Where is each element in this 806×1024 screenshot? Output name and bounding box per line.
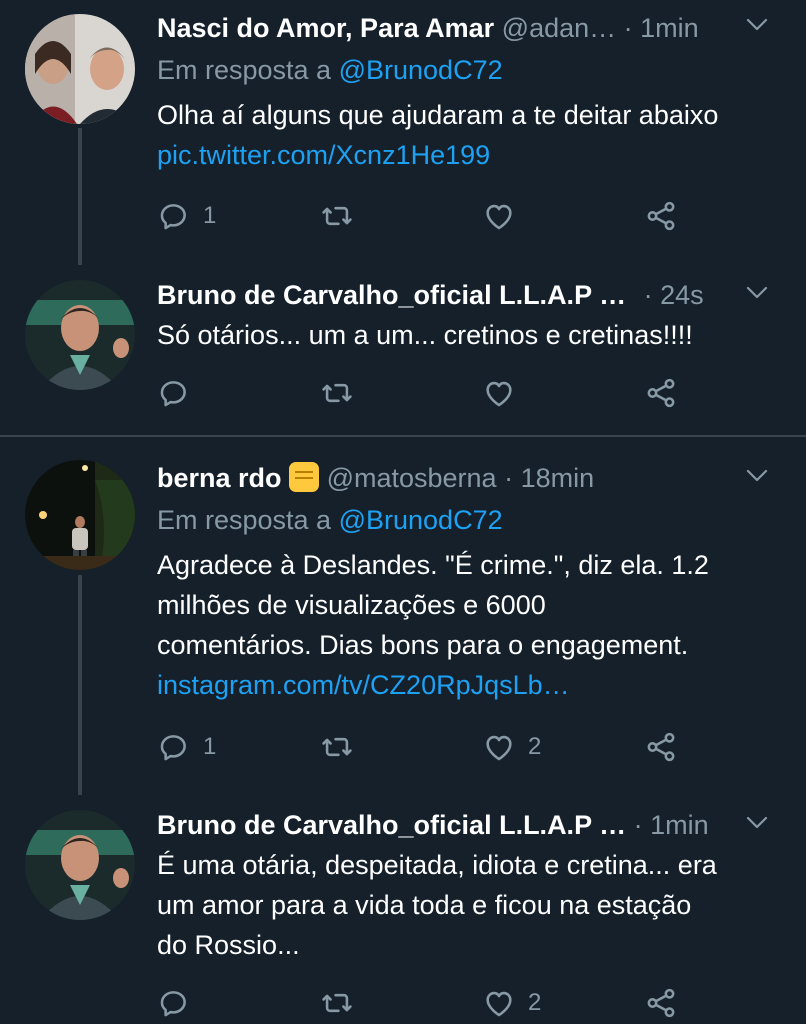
share-icon bbox=[644, 199, 678, 233]
reply-button[interactable]: 1 bbox=[157, 727, 216, 767]
reply-to-link[interactable]: @BrunodC72 bbox=[339, 505, 503, 535]
share-icon bbox=[644, 986, 678, 1020]
share-button[interactable] bbox=[644, 373, 678, 413]
share-button[interactable] bbox=[644, 727, 678, 767]
tweet-text: Só otários... um a um... cretinos e cret… bbox=[157, 315, 786, 355]
heart-icon bbox=[482, 199, 516, 233]
tweet[interactable]: Bruno de Carvalho_oficial L.L.A.P … · 24… bbox=[0, 265, 806, 435]
display-name[interactable]: berna rdo bbox=[157, 463, 282, 493]
chevron-down-icon[interactable] bbox=[746, 286, 768, 300]
tweet-text: Olha aí alguns que ajudaram a te deitar … bbox=[157, 95, 786, 175]
avatar[interactable] bbox=[25, 280, 135, 390]
retweet-button[interactable] bbox=[320, 727, 354, 767]
retweet-button[interactable] bbox=[320, 196, 354, 236]
thread-line bbox=[78, 575, 82, 795]
tweet-text-line: Agradece à Deslandes. "É crime.", diz el… bbox=[157, 550, 709, 580]
handle[interactable]: @matosberna bbox=[327, 463, 497, 493]
tweet-text: Agradece à Deslandes. "É crime.", diz el… bbox=[157, 545, 786, 705]
tweet-header: Nasci do Amor, Para Amar @adan… · 1min bbox=[157, 11, 766, 45]
tweet-header: Bruno de Carvalho_oficial L.L.A.P … · 1m… bbox=[157, 808, 766, 842]
reply-prefix: Em resposta a bbox=[157, 505, 332, 535]
timestamp[interactable]: · 1min bbox=[624, 13, 699, 43]
retweet-icon bbox=[320, 730, 354, 764]
chevron-down-icon[interactable] bbox=[746, 18, 768, 32]
like-button[interactable]: 2 bbox=[482, 727, 541, 767]
action-bar: 2 bbox=[157, 983, 697, 1023]
reply-icon bbox=[157, 376, 191, 410]
retweet-icon bbox=[320, 199, 354, 233]
share-button[interactable] bbox=[644, 196, 678, 236]
tweet-text-line: É uma otária, despeitada, idiota e creti… bbox=[157, 850, 717, 880]
chevron-down-icon[interactable] bbox=[746, 816, 768, 830]
avatar[interactable] bbox=[25, 460, 135, 570]
tweet-text-line: Olha aí alguns que ajudaram a te deitar … bbox=[157, 100, 719, 130]
heart-icon bbox=[482, 376, 516, 410]
reply-context: Em resposta a @BrunodC72 bbox=[157, 53, 503, 87]
timestamp[interactable]: · 1min bbox=[634, 810, 709, 840]
like-count: 2 bbox=[528, 733, 542, 760]
reply-icon bbox=[157, 730, 191, 764]
action-bar bbox=[157, 373, 697, 413]
raised-fist-emoji bbox=[289, 462, 320, 492]
like-count: 2 bbox=[528, 989, 542, 1016]
like-button[interactable] bbox=[482, 196, 516, 236]
reply-icon bbox=[157, 986, 191, 1020]
reply-count: 1 bbox=[203, 202, 217, 229]
share-icon bbox=[644, 376, 678, 410]
action-bar: 1 2 bbox=[157, 727, 697, 767]
share-icon bbox=[644, 730, 678, 764]
retweet-button[interactable] bbox=[320, 983, 354, 1023]
reply-button[interactable] bbox=[157, 373, 191, 413]
tweet-text-line: milhões de visualizações e 6000 bbox=[157, 590, 546, 620]
tweet-header: Bruno de Carvalho_oficial L.L.A.P … · 24… bbox=[157, 278, 766, 312]
tweet-text-line: Só otários... um a um... cretinos e cret… bbox=[157, 320, 693, 350]
reply-button[interactable] bbox=[157, 983, 191, 1023]
retweet-icon bbox=[320, 376, 354, 410]
tweet-text-line: um amor para a vida toda e ficou na esta… bbox=[157, 890, 692, 920]
thread-line bbox=[78, 128, 82, 265]
chevron-down-icon[interactable] bbox=[746, 469, 768, 483]
tweet-text: É uma otária, despeitada, idiota e creti… bbox=[157, 845, 786, 965]
like-button[interactable]: 2 bbox=[482, 983, 541, 1023]
reply-icon bbox=[157, 199, 191, 233]
timestamp[interactable]: · 18min bbox=[504, 463, 594, 493]
tweet[interactable]: Bruno de Carvalho_oficial L.L.A.P … · 1m… bbox=[0, 795, 806, 1024]
display-name[interactable]: Bruno de Carvalho_oficial L.L.A.P … bbox=[157, 280, 626, 310]
tweet-text-line: comentários. Dias bons para o engagement… bbox=[157, 630, 689, 660]
display-name[interactable]: Nasci do Amor, Para Amar bbox=[157, 13, 494, 43]
heart-icon bbox=[482, 986, 516, 1020]
tweet[interactable]: Nasci do Amor, Para Amar @adan… · 1min E… bbox=[0, 0, 806, 265]
tweet-link[interactable]: pic.twitter.com/Xcnz1He199 bbox=[157, 135, 786, 175]
tweet-header: berna rdo @matosberna · 18min bbox=[157, 461, 766, 495]
reply-to-link[interactable]: @BrunodC72 bbox=[339, 55, 503, 85]
reply-context: Em resposta a @BrunodC72 bbox=[157, 503, 503, 537]
reply-button[interactable]: 1 bbox=[157, 196, 216, 236]
avatar[interactable] bbox=[25, 810, 135, 920]
retweet-button[interactable] bbox=[320, 373, 354, 413]
tweet[interactable]: berna rdo @matosberna · 18min Em respost… bbox=[0, 437, 806, 795]
retweet-icon bbox=[320, 986, 354, 1020]
display-name[interactable]: Bruno de Carvalho_oficial L.L.A.P … bbox=[157, 810, 626, 840]
reply-prefix: Em resposta a bbox=[157, 55, 332, 85]
share-button[interactable] bbox=[644, 983, 678, 1023]
reply-count: 1 bbox=[203, 733, 217, 760]
heart-icon bbox=[482, 730, 516, 764]
tweet-link[interactable]: instagram.com/tv/CZ20RpJqsLb… bbox=[157, 665, 786, 705]
action-bar: 1 bbox=[157, 196, 697, 236]
tweet-text-line: do Rossio... bbox=[157, 930, 300, 960]
handle[interactable]: @adan… bbox=[502, 13, 616, 43]
timestamp[interactable]: · 24s bbox=[644, 280, 704, 310]
avatar[interactable] bbox=[25, 14, 135, 124]
like-button[interactable] bbox=[482, 373, 516, 413]
